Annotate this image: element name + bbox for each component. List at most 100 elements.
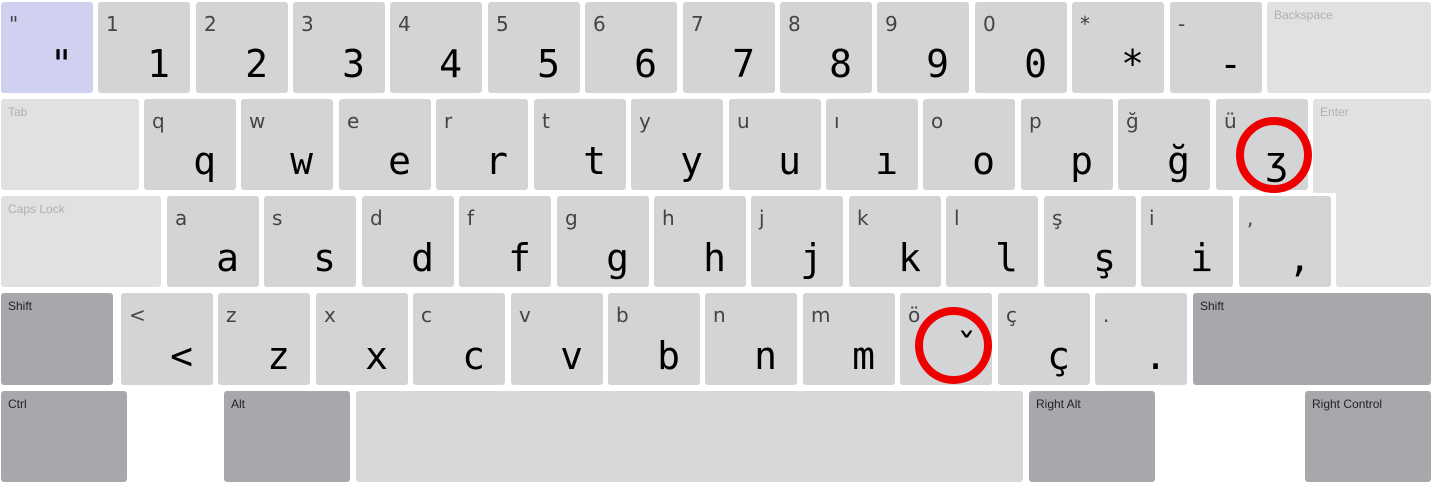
key-z[interactable]: z z [218, 293, 310, 385]
key-quote-sub: " [9, 12, 19, 36]
key-dotless-i-sub: ı [834, 109, 840, 133]
key-l[interactable]: l l [946, 196, 1038, 287]
key-i[interactable]: i i [1141, 196, 1233, 287]
key-k[interactable]: k k [849, 196, 941, 287]
key-q-main: q [193, 139, 216, 183]
key-b-main: b [657, 334, 680, 378]
key-less-than[interactable]: < < [121, 293, 213, 385]
key-less-than-sub: < [129, 303, 146, 327]
key-o-umlaut-sub: ö [908, 303, 921, 327]
key-w-sub: w [249, 109, 266, 133]
key-r[interactable]: r r [436, 99, 528, 190]
key-period-main: . [1144, 334, 1167, 378]
key-b[interactable]: b b [608, 293, 700, 385]
key-period-sub: . [1103, 303, 1110, 327]
key-k-sub: k [857, 206, 869, 230]
key-o-umlaut[interactable]: ö ˇ [900, 293, 992, 385]
key-quote-main: " [50, 42, 73, 86]
caps-lock-label: Caps Lock [8, 202, 65, 216]
key-l-sub: l [954, 206, 960, 230]
key-c[interactable]: c c [413, 293, 505, 385]
key-comma-main: , [1288, 236, 1311, 280]
key-g-breve[interactable]: ğ ğ [1118, 99, 1210, 190]
enter-key-bottom[interactable] [1336, 190, 1431, 287]
key-w[interactable]: w w [241, 99, 333, 190]
key-h-main: h [703, 236, 726, 280]
key-o[interactable]: o o [923, 99, 1015, 190]
key-t[interactable]: t t [534, 99, 626, 190]
ctrl-label: Ctrl [8, 397, 27, 411]
right-alt-key[interactable]: Right Alt [1029, 391, 1155, 482]
key-u-umlaut-main: ʒ [1265, 139, 1288, 183]
right-shift-label: Shift [1200, 299, 1225, 313]
key-9-main: 9 [926, 42, 949, 86]
key-quote[interactable]: " " [1, 2, 93, 93]
key-7[interactable]: 7 7 [683, 2, 775, 93]
key-2[interactable]: 2 2 [196, 2, 288, 93]
key-s-sub: s [272, 206, 283, 230]
key-q[interactable]: q q [144, 99, 236, 190]
caps-lock-key[interactable]: Caps Lock [1, 196, 161, 287]
key-5[interactable]: 5 5 [488, 2, 580, 93]
key-6[interactable]: 6 6 [585, 2, 677, 93]
key-3[interactable]: 3 3 [293, 2, 385, 93]
key-0-main: 0 [1024, 42, 1047, 86]
key-2-sub: 2 [204, 12, 217, 36]
key-c-cedilla[interactable]: ç ç [998, 293, 1090, 385]
key-a[interactable]: a a [167, 196, 259, 287]
key-j[interactable]: j j [751, 196, 843, 287]
key-f[interactable]: f f [459, 196, 551, 287]
key-8-sub: 8 [788, 12, 801, 36]
backspace-key[interactable]: Backspace [1267, 2, 1431, 93]
key-u-umlaut[interactable]: ü ʒ [1216, 99, 1308, 190]
key-g-sub: g [565, 206, 578, 230]
right-shift-key[interactable]: Shift [1193, 293, 1431, 385]
ctrl-key[interactable]: Ctrl [1, 391, 127, 482]
key-asterisk[interactable]: * * [1072, 2, 1164, 93]
key-p-main: p [1070, 139, 1093, 183]
key-y[interactable]: y y [631, 99, 723, 190]
key-1[interactable]: 1 1 [98, 2, 190, 93]
key-x[interactable]: x x [316, 293, 408, 385]
key-comma[interactable]: , , [1239, 196, 1331, 287]
tab-key[interactable]: Tab [1, 99, 139, 190]
tab-label: Tab [8, 105, 28, 119]
key-g[interactable]: g g [557, 196, 649, 287]
key-x-sub: x [324, 303, 336, 327]
key-0-sub: 0 [983, 12, 996, 36]
right-control-label: Right Control [1312, 397, 1383, 411]
key-a-main: a [216, 236, 239, 280]
key-4[interactable]: 4 4 [390, 2, 482, 93]
key-dotless-i[interactable]: ı ı [826, 99, 918, 190]
key-k-main: k [898, 236, 921, 280]
enter-key-top[interactable]: Enter [1313, 99, 1431, 193]
key-8[interactable]: 8 8 [780, 2, 872, 93]
left-shift-key[interactable]: Shift [1, 293, 113, 385]
key-m[interactable]: m m [803, 293, 895, 385]
key-4-sub: 4 [398, 12, 411, 36]
key-e[interactable]: e e [339, 99, 431, 190]
key-n[interactable]: n n [705, 293, 797, 385]
key-d[interactable]: d d [362, 196, 454, 287]
key-y-main: y [680, 139, 703, 183]
key-6-main: 6 [634, 42, 657, 86]
right-control-key[interactable]: Right Control [1305, 391, 1431, 482]
key-9[interactable]: 9 9 [877, 2, 969, 93]
key-minus[interactable]: - - [1170, 2, 1262, 93]
key-less-than-main: < [170, 334, 193, 378]
key-v[interactable]: v v [511, 293, 603, 385]
space-bar[interactable] [356, 391, 1023, 482]
key-u[interactable]: u u [729, 99, 821, 190]
key-s-cedilla[interactable]: ş ş [1044, 196, 1136, 287]
key-0[interactable]: 0 0 [975, 2, 1067, 93]
alt-key[interactable]: Alt [224, 391, 350, 482]
enter-label: Enter [1320, 105, 1349, 119]
key-p[interactable]: p p [1021, 99, 1113, 190]
key-h[interactable]: h h [654, 196, 746, 287]
key-1-sub: 1 [106, 12, 119, 36]
key-period[interactable]: . . [1095, 293, 1187, 385]
key-h-sub: h [662, 206, 675, 230]
key-j-main: j [800, 236, 823, 280]
key-s[interactable]: s s [264, 196, 356, 287]
key-m-sub: m [811, 303, 831, 327]
